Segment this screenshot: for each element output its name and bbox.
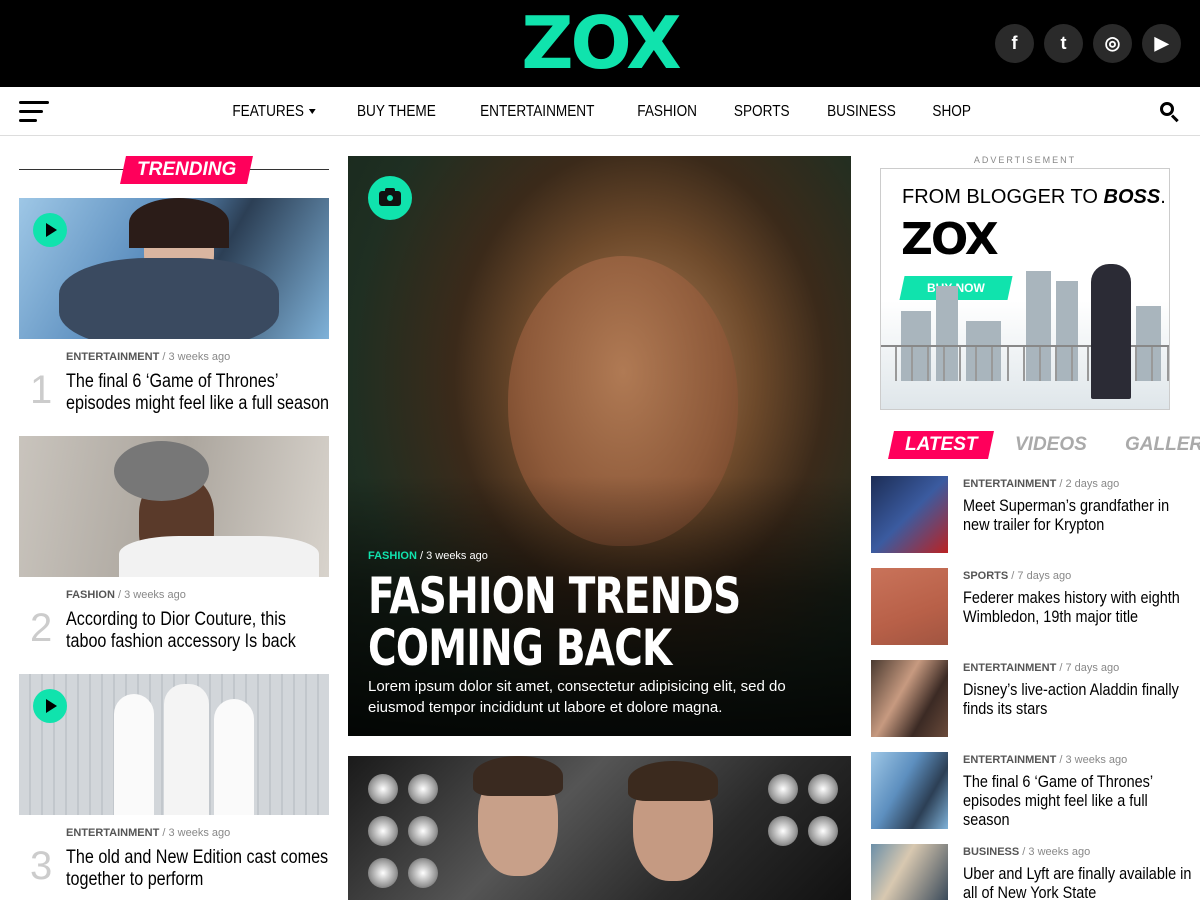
social-links: f t ◎ ▶ xyxy=(995,24,1181,63)
post-title[interactable]: According to Dior Couture, this taboo fa… xyxy=(66,609,330,653)
featured-meta: FASHION / 3 weeks ago xyxy=(368,550,488,562)
article-thumbnail[interactable] xyxy=(871,476,948,553)
list-item[interactable]: BUSINESS / 3 weeks ago Uber and Lyft are… xyxy=(871,844,1191,900)
search-icon[interactable] xyxy=(1160,102,1180,123)
list-item[interactable]: ENTERTAINMENT / 3 weeks ago The final 6 … xyxy=(871,752,1181,830)
article-thumbnail[interactable] xyxy=(871,568,948,645)
play-icon[interactable] xyxy=(33,213,67,247)
post-meta: ENTERTAINMENT / 3 weeks ago xyxy=(66,351,231,363)
trending-item[interactable]: 2 FASHION / 3 weeks ago According to Dio… xyxy=(19,436,329,652)
youtube-icon[interactable]: ▶ xyxy=(1142,24,1181,63)
advertisement-banner[interactable]: FROM BLOGGER TO BOSS. ZOX BUY NOW xyxy=(880,168,1170,410)
post-title[interactable]: The old and New Edition cast comes toget… xyxy=(66,847,330,891)
main-nav: FEATURES BUY THEME ENTERTAINMENT FASHION… xyxy=(0,87,1200,136)
rank-number: 2 xyxy=(30,606,53,650)
post-title[interactable]: Uber and Lyft are finally available in a… xyxy=(963,864,1193,900)
list-item[interactable]: ENTERTAINMENT / 7 days ago Disney’s live… xyxy=(871,660,1181,738)
nav-item-fashion[interactable]: FASHION xyxy=(637,103,697,121)
featured-excerpt: Lorem ipsum dolor sit amet, consectetur … xyxy=(368,678,786,716)
article-thumbnail[interactable] xyxy=(871,752,948,829)
trending-heading: TRENDING xyxy=(19,156,329,186)
article-thumbnail[interactable] xyxy=(871,844,948,900)
post-meta: ENTERTAINMENT / 2 days ago xyxy=(963,478,1120,490)
trending-image[interactable] xyxy=(19,436,329,577)
twitter-icon[interactable]: t xyxy=(1044,24,1083,63)
post-meta: ENTERTAINMENT / 7 days ago xyxy=(963,662,1120,674)
facebook-icon[interactable]: f xyxy=(995,24,1034,63)
nav-menu: FEATURES BUY THEME ENTERTAINMENT FASHION… xyxy=(0,87,1200,136)
tab-galleries[interactable]: GALLERIES xyxy=(1108,431,1200,459)
post-title[interactable]: Federer makes history with eighth Wimble… xyxy=(963,588,1193,626)
post-meta: ENTERTAINMENT / 3 weeks ago xyxy=(66,827,231,839)
ad-illustration xyxy=(1091,264,1131,399)
top-header: ZOX f t ◎ ▶ xyxy=(0,0,1200,87)
list-item[interactable]: SPORTS / 7 days ago Federer makes histor… xyxy=(871,568,1181,646)
post-meta: FASHION / 3 weeks ago xyxy=(66,589,186,601)
tab-videos[interactable]: VIDEOS xyxy=(999,431,1105,459)
post-title[interactable]: The final 6 ‘Game of Thrones’ episodes m… xyxy=(963,772,1193,829)
nav-item-business[interactable]: BUSINESS xyxy=(828,103,897,121)
post-title[interactable]: The final 6 ‘Game of Thrones’ episodes m… xyxy=(66,371,330,415)
camera-icon xyxy=(368,176,412,220)
trending-item[interactable]: 1 ENTERTAINMENT / 3 weeks ago The final … xyxy=(19,198,329,414)
trending-label: TRENDING xyxy=(137,159,237,180)
list-item[interactable]: ENTERTAINMENT / 2 days ago Meet Superman… xyxy=(871,476,1181,554)
nav-item-entertainment[interactable]: ENTERTAINMENT xyxy=(480,103,594,121)
trending-image[interactable] xyxy=(19,674,329,815)
featured-article[interactable]: FASHION / 3 weeks ago FASHION TRENDS COM… xyxy=(348,156,851,736)
trending-image[interactable] xyxy=(19,198,329,339)
post-title[interactable]: Disney’s live-action Aladdin finally fin… xyxy=(963,680,1193,718)
nav-item-buy-theme[interactable]: BUY THEME xyxy=(357,103,436,121)
instagram-icon[interactable]: ◎ xyxy=(1093,24,1132,63)
ad-tagline: FROM BLOGGER TO BOSS. xyxy=(902,186,1166,208)
play-icon[interactable] xyxy=(33,689,67,723)
article-thumbnail[interactable] xyxy=(871,660,948,737)
trending-section: TRENDING 1 ENTERTAINMENT / 3 weeks ago T… xyxy=(19,156,329,890)
post-meta: ENTERTAINMENT / 3 weeks ago xyxy=(963,754,1128,766)
chevron-down-icon xyxy=(309,108,317,114)
nav-item-features[interactable]: FEATURES xyxy=(233,103,317,121)
rank-number: 1 xyxy=(30,368,53,412)
post-meta: BUSINESS / 3 weeks ago xyxy=(963,846,1091,858)
post-meta: SPORTS / 7 days ago xyxy=(963,570,1072,582)
post-title[interactable]: Meet Superman’s grandfather in new trail… xyxy=(963,496,1193,534)
rank-number: 3 xyxy=(30,844,53,888)
sidebar-tabs: LATEST VIDEOS GALLERIES xyxy=(888,431,1200,459)
nav-item-sports[interactable]: SPORTS xyxy=(734,103,790,121)
tab-latest[interactable]: LATEST xyxy=(888,431,995,459)
trending-item[interactable]: 3 ENTERTAINMENT / 3 weeks ago The old an… xyxy=(19,674,329,890)
advertisement-label: ADVERTISEMENT xyxy=(973,155,1077,165)
secondary-article-image[interactable] xyxy=(348,756,851,900)
ad-logo: ZOX xyxy=(901,214,999,265)
featured-title[interactable]: FASHION TRENDS COMING BACK xyxy=(368,570,805,674)
nav-item-shop[interactable]: SHOP xyxy=(933,103,972,121)
